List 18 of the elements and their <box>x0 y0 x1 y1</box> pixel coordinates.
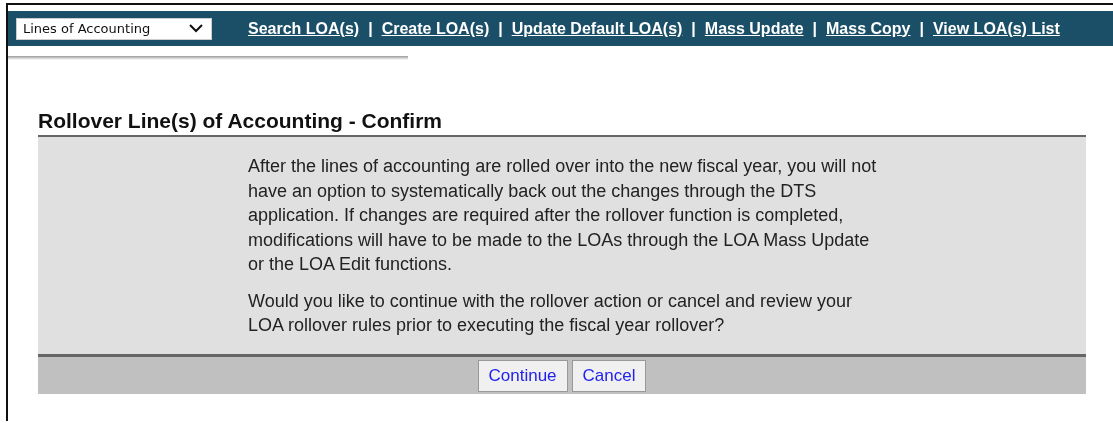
separator: | <box>919 19 924 38</box>
separator: | <box>691 19 696 38</box>
nav-link[interactable]: Search LOA(s) <box>248 19 360 38</box>
nav-link[interactable]: Mass Update <box>704 19 804 38</box>
page-title: Rollover Line(s) of Accounting - Confirm <box>38 109 444 134</box>
nav-link[interactable]: View LOA(s) List <box>933 19 1060 38</box>
chevron-down-icon <box>189 24 203 33</box>
separator: | <box>368 19 373 38</box>
continue-button[interactable]: Continue <box>477 359 568 392</box>
nav-link[interactable]: Mass Copy <box>826 19 911 38</box>
nav-link[interactable]: Update Default LOA(s) <box>511 19 683 38</box>
separator: | <box>812 19 818 38</box>
separator: | <box>498 19 503 38</box>
cancel-button[interactable]: Cancel <box>571 359 647 392</box>
module-select[interactable]: Lines of Accounting <box>16 17 212 40</box>
message-text: After the lines of accounting are rolled over into the new fiscal year, you will not have an option to systematically back out the changes through the DTS application. If changes are required after the rollover function is completed, modifications will have to be made to the LOAs through the LOA Mass Update or the LOA Edit functions. <box>248 155 878 276</box>
nav-link[interactable]: Create LOA(s) <box>381 19 490 38</box>
message-text: Would you like to continue with the rollover action or cancel and review your LOA rollover rules prior to executing the fiscal year rollover? <box>248 289 853 337</box>
